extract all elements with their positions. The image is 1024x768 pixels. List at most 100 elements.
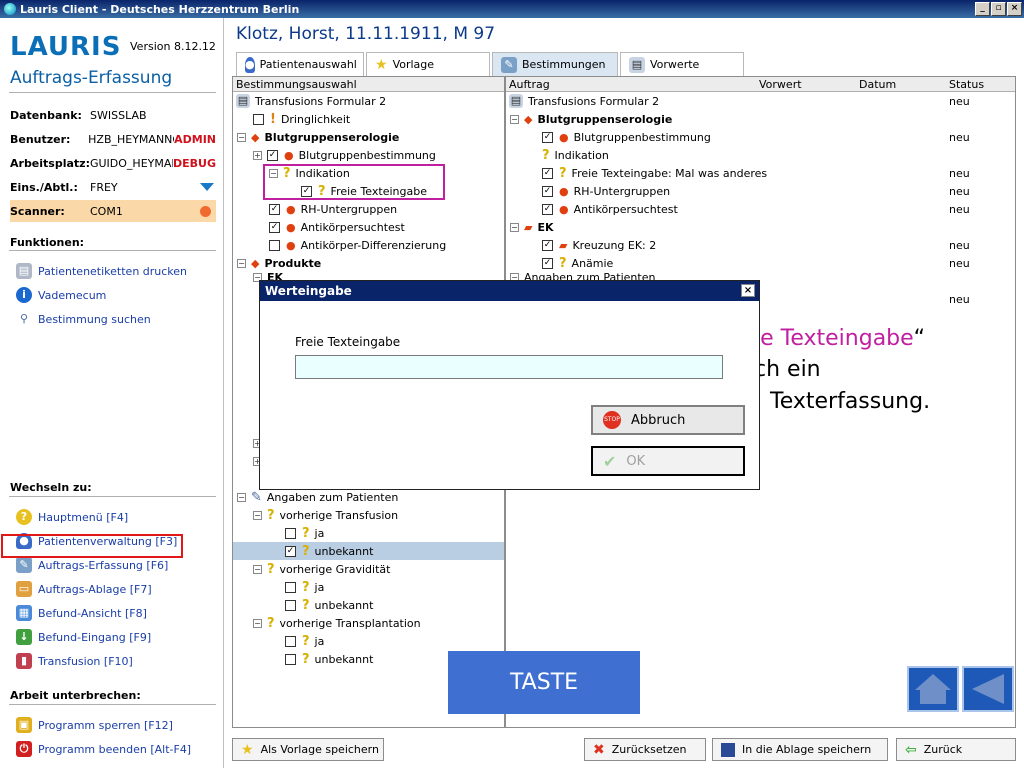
tree-row[interactable]: ? ja: [285, 632, 324, 650]
home-button[interactable]: [907, 666, 959, 712]
checkbox[interactable]: [285, 653, 296, 665]
collapse-icon[interactable]: −: [253, 564, 262, 574]
order-row[interactable]: ? Indikation: [542, 146, 609, 164]
checkbox[interactable]: [253, 113, 264, 125]
checkbox[interactable]: ✓: [542, 167, 553, 179]
tree-row[interactable]: ▤ Transfusions Formular 2: [236, 92, 386, 110]
free-text-input[interactable]: [295, 355, 723, 379]
checkmark-icon: ✔: [603, 451, 617, 471]
form-icon: ▤: [509, 94, 523, 108]
checkbox[interactable]: [285, 581, 296, 593]
order-row[interactable]: ✓ ● Antikörpersuchtest: [542, 200, 678, 218]
checkbox[interactable]: [269, 239, 280, 251]
tree-row[interactable]: ? ja: [285, 578, 324, 596]
checkbox[interactable]: [285, 527, 296, 539]
collapse-icon[interactable]: −: [237, 132, 246, 142]
tree-row[interactable]: − ? vorherige Gravidität: [253, 560, 390, 578]
checkbox[interactable]: ✓: [267, 149, 278, 161]
reset-button[interactable]: ✖ Zurücksetzen: [584, 738, 706, 761]
tree-row[interactable]: − ✎ Angaben zum Patienten: [237, 488, 398, 506]
save-storage-button[interactable]: In die Ablage speichern: [712, 738, 888, 761]
expand-icon[interactable]: +: [253, 150, 262, 160]
order-row[interactable]: ✓ ? Anämie: [542, 254, 613, 272]
collapse-icon[interactable]: −: [510, 222, 519, 232]
tab-vorwerte[interactable]: ▤ Vorwerte: [620, 52, 744, 76]
lock-program-link[interactable]: ▣ Programm sperren [F12]: [16, 715, 173, 735]
checkbox[interactable]: ✓: [542, 257, 553, 269]
checkbox[interactable]: ✓: [269, 203, 280, 215]
tree-row[interactable]: ✓ ● Antikörpersuchtest: [269, 218, 405, 236]
tree-row[interactable]: − ◆ Produkte: [237, 254, 321, 272]
question-icon: ?: [302, 633, 310, 649]
person-icon: ●: [245, 56, 255, 73]
order-row[interactable]: ✓ ● Blutgruppenbestimmung: [542, 128, 711, 146]
nav-auftrags-ablage[interactable]: ▭ Auftrags-Ablage [F7]: [16, 579, 152, 599]
dialog-close-button[interactable]: ×: [741, 284, 755, 297]
checkbox[interactable]: ✓: [542, 185, 553, 197]
order-row[interactable]: − ◆ Blutgruppenserologie: [510, 110, 672, 128]
question-icon: ?: [559, 255, 567, 271]
checkbox[interactable]: ✓: [542, 131, 553, 143]
tree-row[interactable]: ? unbekannt: [285, 596, 373, 614]
order-row[interactable]: ✓ ▰ Kreuzung EK: 2: [542, 236, 656, 254]
blood-group-icon: ◆: [524, 112, 533, 126]
info-einsatz[interactable]: Eins./Abtl.: FREY: [10, 176, 216, 198]
checkbox[interactable]: ✓: [542, 203, 553, 215]
exit-program-link[interactable]: ⏻ Programm beenden [Alt-F4]: [16, 739, 191, 759]
checkbox[interactable]: ✓: [542, 239, 553, 251]
checkbox[interactable]: [285, 599, 296, 611]
cancel-button[interactable]: STOP Abbruch: [591, 405, 745, 435]
tree-row[interactable]: ! Dringlichkeit: [253, 110, 350, 128]
order-row[interactable]: ✓ ● RH-Untergruppen: [542, 182, 670, 200]
taste-button[interactable]: TASTE: [448, 651, 640, 714]
nav-hauptmenu[interactable]: ? Hauptmenü [F4]: [16, 507, 128, 527]
tree-row[interactable]: − ◆ Blutgruppenserologie: [237, 128, 399, 146]
collapse-icon[interactable]: −: [237, 492, 246, 502]
nav-transfusion[interactable]: ▮ Transfusion [F10]: [16, 651, 133, 671]
print-labels-link[interactable]: ▤ Patientenetiketten drucken: [16, 261, 187, 281]
tree-row[interactable]: ? ja: [285, 524, 324, 542]
tree-row[interactable]: − ? vorherige Transplantation: [253, 614, 421, 632]
collapse-icon[interactable]: −: [510, 114, 519, 124]
tree-row[interactable]: ✓ ● RH-Untergruppen: [269, 200, 397, 218]
minimize-button[interactable]: _: [975, 2, 990, 16]
urgency-icon: !: [270, 111, 276, 127]
dropdown-triangle-icon[interactable]: [200, 183, 214, 191]
blood-group-icon: ◆: [251, 130, 260, 144]
checkbox[interactable]: ✓: [269, 221, 280, 233]
maximize-button[interactable]: ▫: [991, 2, 1006, 16]
tree-row-selected[interactable]: ✓ ? unbekannt: [233, 542, 504, 560]
back-button[interactable]: ⇦ Zurück: [896, 738, 1016, 761]
ok-button[interactable]: ✔ OK: [591, 446, 745, 476]
blood-drop-icon: ●: [559, 130, 569, 144]
tab-patientenauswahl[interactable]: ● Patientenauswahl: [236, 52, 364, 76]
info-icon: i: [16, 287, 32, 303]
tab-vorlage[interactable]: ★ Vorlage: [366, 52, 490, 76]
column-header: Auftrag Vorwert Datum Status: [506, 77, 1015, 92]
patient-data-icon: ✎: [251, 489, 262, 505]
wechseln-header: Wechseln zu:: [10, 481, 92, 494]
checkbox[interactable]: ✓: [285, 545, 296, 557]
vademecum-link[interactable]: i Vademecum: [16, 285, 106, 305]
back-nav-button[interactable]: [962, 666, 1014, 712]
collapse-icon[interactable]: −: [237, 258, 246, 268]
nav-auftrags-erfassung[interactable]: ✎ Auftrags-Erfassung [F6]: [16, 555, 168, 575]
tree-row[interactable]: ? unbekannt: [285, 650, 373, 668]
collapse-icon[interactable]: −: [253, 618, 262, 628]
order-row[interactable]: − ▰ EK: [510, 218, 554, 236]
close-button[interactable]: ×: [1007, 2, 1022, 16]
tree-row[interactable]: − ? vorherige Transfusion: [253, 506, 398, 524]
question-icon: ?: [302, 543, 310, 559]
tab-bestimmungen[interactable]: ✎ Bestimmungen: [492, 52, 618, 76]
collapse-icon[interactable]: −: [253, 510, 262, 520]
tree-row[interactable]: ● Antikörper-Differenzierung: [269, 236, 446, 254]
order-row[interactable]: ✓ ? Freie Texteingabe: Mal was anderes: [542, 164, 767, 182]
save-template-button[interactable]: ★ Als Vorlage speichern: [232, 738, 384, 761]
tree-row[interactable]: + ✓ ● Blutgruppenbestimmung: [253, 146, 436, 164]
checkbox[interactable]: [285, 635, 296, 647]
search-determination-link[interactable]: ⚲ Bestimmung suchen: [16, 309, 151, 329]
order-row[interactable]: ▤ Transfusions Formular 2: [509, 92, 659, 110]
power-icon: ⏻: [16, 741, 32, 757]
nav-befund-ansicht[interactable]: ▦ Befund-Ansicht [F8]: [16, 603, 147, 623]
nav-befund-eingang[interactable]: ↓ Befund-Eingang [F9]: [16, 627, 151, 647]
